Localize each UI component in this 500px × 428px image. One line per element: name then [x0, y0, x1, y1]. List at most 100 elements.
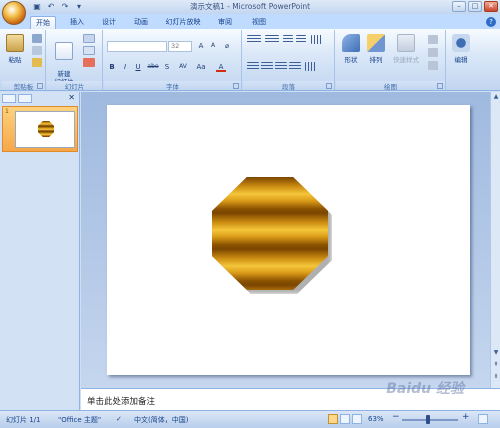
- font-name-combo[interactable]: [107, 41, 167, 52]
- increase-indent-icon[interactable]: [296, 35, 306, 44]
- zoom-level[interactable]: 63%: [368, 415, 384, 423]
- text-shadow-button[interactable]: S: [162, 62, 172, 72]
- justify-icon[interactable]: [289, 62, 301, 71]
- cut-icon[interactable]: [32, 34, 42, 43]
- octagon-shape[interactable]: [212, 177, 328, 290]
- binoculars-icon: [452, 34, 470, 52]
- tab-design[interactable]: 设计: [96, 16, 122, 29]
- notes-placeholder: 单击此处添加备注: [87, 397, 156, 407]
- window-controls: – □ ✕: [452, 1, 498, 12]
- prev-slide-icon[interactable]: ⇞: [491, 360, 500, 370]
- slideshow-view-icon[interactable]: [352, 414, 362, 424]
- bold-button[interactable]: B: [107, 62, 117, 72]
- font-group: 32 A A ⌀ B I U abe S AV Aa A 字体: [104, 30, 242, 91]
- editing-button[interactable]: 编辑: [449, 34, 473, 64]
- next-slide-icon[interactable]: ⇟: [491, 372, 500, 382]
- layout-icon[interactable]: [83, 34, 95, 43]
- zoom-in-icon[interactable]: +: [462, 412, 470, 422]
- arrange-button[interactable]: 排列: [365, 34, 387, 64]
- strikethrough-button[interactable]: abe: [146, 62, 160, 72]
- shrink-font-button[interactable]: A: [208, 41, 218, 51]
- close-icon[interactable]: ✕: [484, 1, 498, 12]
- grow-font-button[interactable]: A: [196, 41, 206, 51]
- columns-icon[interactable]: [305, 62, 317, 71]
- help-icon[interactable]: ?: [486, 17, 496, 27]
- paste-button[interactable]: 粘贴: [5, 34, 25, 64]
- maximize-icon[interactable]: □: [468, 1, 482, 12]
- change-case-button[interactable]: Aa: [194, 62, 208, 72]
- slide-sorter-view-icon[interactable]: [340, 414, 350, 424]
- spellcheck-icon[interactable]: ✓: [116, 415, 122, 423]
- align-right-icon[interactable]: [275, 62, 287, 71]
- tab-slideshow[interactable]: 幻灯片放映: [160, 16, 206, 29]
- copy-icon[interactable]: [32, 46, 42, 55]
- decrease-indent-icon[interactable]: [283, 35, 293, 44]
- office-button[interactable]: [2, 1, 26, 25]
- text-direction-icon[interactable]: [311, 35, 323, 44]
- numbering-icon[interactable]: [265, 35, 279, 44]
- shape-fill-icon[interactable]: [428, 35, 438, 44]
- char-spacing-button[interactable]: AV: [176, 62, 190, 72]
- quick-styles-icon: [397, 34, 415, 52]
- underline-button[interactable]: U: [133, 62, 143, 72]
- font-size-combo[interactable]: 32: [168, 41, 192, 52]
- bullets-icon[interactable]: [247, 35, 261, 44]
- slide-count-status: 幻灯片 1/1: [6, 416, 41, 424]
- clipboard-group: 粘贴 剪贴板: [2, 30, 46, 91]
- clear-format-icon[interactable]: ⌀: [222, 41, 232, 51]
- slide-thumbnail-item[interactable]: 1: [2, 106, 78, 152]
- tab-animations[interactable]: 动画: [128, 16, 154, 29]
- delete-slide-icon[interactable]: [83, 58, 95, 67]
- slide-canvas[interactable]: [107, 105, 470, 375]
- watermark: Baidu 经验: [386, 381, 464, 397]
- tab-review[interactable]: 审阅: [212, 16, 238, 29]
- shape-effects-icon[interactable]: [428, 61, 438, 70]
- zoom-out-icon[interactable]: −: [392, 412, 400, 422]
- new-slide-icon: [55, 42, 73, 60]
- font-color-button[interactable]: A: [216, 62, 226, 72]
- window-title: 演示文稿1 - Microsoft PowerPoint: [189, 2, 311, 11]
- theme-status: "Office 主题": [58, 416, 102, 424]
- shapes-button[interactable]: 形状: [340, 34, 362, 64]
- align-left-icon[interactable]: [247, 62, 259, 71]
- new-slide-button[interactable]: 新建 幻灯片: [51, 34, 77, 86]
- tab-view[interactable]: 视图: [246, 16, 272, 29]
- scroll-down-icon[interactable]: ▼: [491, 348, 500, 358]
- paragraph-group: 段落: [243, 30, 335, 91]
- zoom-slider[interactable]: [402, 419, 458, 421]
- pane-close-icon[interactable]: ✕: [68, 93, 75, 102]
- minimize-icon[interactable]: –: [452, 1, 466, 12]
- arrange-icon: [367, 34, 385, 52]
- zoom-slider-thumb[interactable]: [426, 415, 430, 424]
- shapes-icon: [342, 34, 360, 52]
- drawing-group: 形状 排列 快速样式 绘图: [336, 30, 446, 91]
- fit-to-window-icon[interactable]: [478, 414, 488, 424]
- thumbnail-octagon-shape: [38, 121, 54, 137]
- quick-styles-button[interactable]: 快速样式: [390, 34, 422, 64]
- drawing-group-label: 绘图: [336, 81, 445, 91]
- slides-tab-icon[interactable]: [2, 94, 16, 103]
- slide-number: 1: [5, 108, 9, 115]
- slide-workspace: ▲ ▼ ⇞ ⇟: [81, 92, 500, 388]
- language-status: 中文(简体，中国): [134, 416, 189, 424]
- align-center-icon[interactable]: [261, 62, 273, 71]
- slide-thumbnail: [15, 111, 75, 148]
- format-painter-icon[interactable]: [32, 58, 42, 67]
- font-launcher-icon[interactable]: [233, 83, 239, 89]
- tab-insert[interactable]: 插入: [64, 16, 90, 29]
- normal-view-icon[interactable]: [328, 414, 338, 424]
- italic-button[interactable]: I: [120, 62, 130, 72]
- clipboard-launcher-icon[interactable]: [37, 83, 43, 89]
- shape-outline-icon[interactable]: [428, 48, 438, 57]
- status-bar: 幻灯片 1/1 "Office 主题" ✓ 中文(简体，中国) 63% − +: [0, 410, 500, 428]
- paragraph-launcher-icon[interactable]: [326, 83, 332, 89]
- scroll-up-icon[interactable]: ▲: [491, 92, 500, 102]
- drawing-launcher-icon[interactable]: [437, 83, 443, 89]
- tab-home[interactable]: 开始: [30, 16, 56, 29]
- reset-icon[interactable]: [83, 46, 95, 55]
- paste-icon: [6, 34, 24, 52]
- paragraph-group-label: 段落: [243, 81, 334, 91]
- vertical-scrollbar[interactable]: ▲ ▼ ⇞ ⇟: [490, 92, 500, 388]
- outline-tab-icon[interactable]: [18, 94, 32, 103]
- slides-group-label: 幻灯片: [47, 81, 102, 91]
